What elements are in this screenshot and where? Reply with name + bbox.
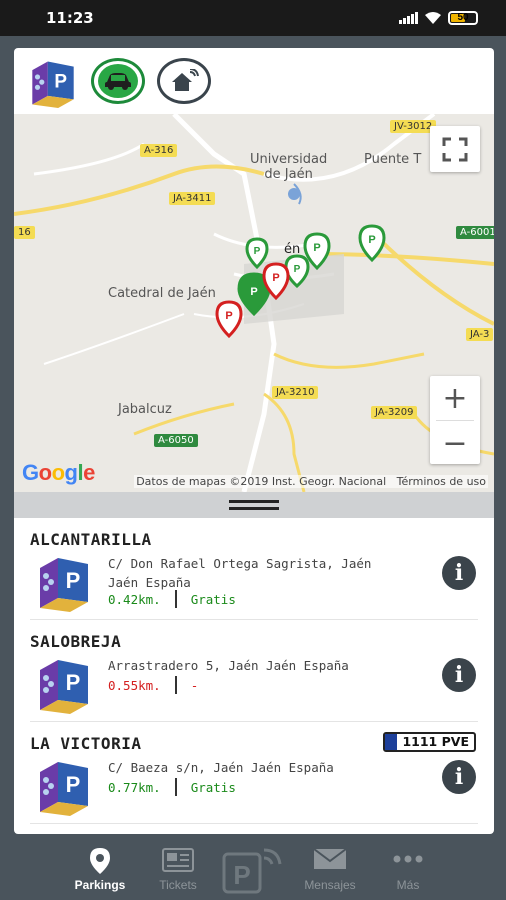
parking-meta: 0.77km. Gratis — [108, 778, 236, 796]
svg-text:P: P — [66, 772, 81, 797]
car-icon — [105, 73, 131, 90]
parking-distance: 0.55km. — [108, 677, 161, 693]
road-label: A-316 — [140, 144, 178, 157]
parking-name: ALCANTARILLA — [30, 530, 152, 549]
ticket-icon — [162, 848, 194, 872]
location-pin-icon — [90, 848, 110, 874]
parking-distance: 0.77km. — [108, 779, 161, 795]
status-icons: 50 — [399, 10, 478, 26]
parking-price: Gratis — [190, 779, 236, 795]
place-label-jabalcuz: Jabalcuz — [118, 402, 172, 417]
fullscreen-icon — [442, 137, 468, 162]
more-icon — [393, 855, 423, 863]
parking-logo-icon: P — [40, 660, 88, 714]
place-label-universidad: Universidad de Jaén — [250, 152, 328, 182]
zoom-control: + − — [430, 376, 480, 464]
battery-icon: 50 — [448, 11, 478, 25]
svg-text:P: P — [313, 242, 320, 254]
svg-text:P: P — [233, 860, 250, 890]
google-logo: Google — [22, 460, 95, 485]
svg-text:P: P — [294, 264, 301, 275]
app-logo-icon: P — [32, 61, 74, 108]
info-icon[interactable]: i — [442, 658, 476, 692]
list-item[interactable]: LA VICTORIA 1111 PVE P C/ Baeza s/n, Jaé… — [30, 722, 478, 824]
road-label: 16 — [14, 226, 35, 239]
home-wifi-icon — [172, 69, 199, 91]
car-mode-button[interactable] — [91, 58, 145, 104]
nav-label: Tickets — [159, 878, 197, 892]
license-plate-text: 1111 PVE — [402, 734, 469, 749]
list-item[interactable]: ALCANTARILLA P C/ Don Rafael Ortega Sagr… — [30, 518, 478, 620]
nav-label: Mensajes — [304, 878, 356, 892]
svg-text:P: P — [66, 670, 81, 695]
parking-payment-icon[interactable]: P — [222, 846, 284, 896]
parking-list: ALCANTARILLA P C/ Don Rafael Ortega Sagr… — [14, 518, 494, 824]
svg-text:P: P — [272, 272, 279, 284]
parking-logo-icon: P — [40, 762, 88, 816]
list-item[interactable]: SALOBREJA P Arrastradero 5, Jaén Jaén Es… — [30, 620, 478, 722]
parking-price: Gratis — [190, 591, 236, 607]
road-label: JA-3 — [466, 328, 494, 341]
top-toolbar: P — [14, 48, 494, 114]
nav-label: Más — [396, 878, 420, 892]
license-plate-badge: 1111 PVE — [383, 732, 476, 752]
parking-logo-icon: P — [40, 558, 88, 612]
attribution-text: Datos de mapas ©2019 Inst. Geogr. Nacion… — [136, 475, 387, 488]
wifi-icon — [425, 12, 441, 24]
svg-text:P: P — [225, 310, 232, 322]
map-view[interactable]: P P P P P P P Universidad de Jaén Puente … — [14, 114, 494, 492]
status-bar: 11:23 50 — [0, 0, 506, 36]
svg-text:P: P — [54, 71, 67, 92]
parking-address: Arrastradero 5, Jaén Jaén España — [108, 658, 349, 673]
zoom-in-button[interactable]: + — [430, 376, 480, 420]
battery-level: 50 — [457, 12, 469, 23]
parking-address: C/ Baeza s/n, Jaén Jaén España — [108, 760, 334, 775]
home-mode-button[interactable] — [157, 58, 211, 104]
parking-address: C/ Don Rafael Ortega Sagrista, Jaén Jaén… — [108, 556, 372, 590]
road-label: JA-3411 — [169, 192, 216, 205]
drag-handle[interactable] — [14, 492, 494, 518]
map-attribution: Datos de mapas ©2019 Inst. Geogr. Nacion… — [134, 475, 488, 488]
svg-text:P: P — [254, 246, 261, 257]
parking-price: - — [190, 677, 199, 693]
bottom-nav: Parkings Tickets P Mensajes Más — [0, 840, 506, 900]
place-label-puente: Puente T — [364, 152, 422, 167]
road-label: A-6001 — [456, 226, 494, 239]
svg-text:P: P — [368, 234, 375, 246]
signal-icon — [399, 12, 418, 24]
parking-name: LA VICTORIA — [30, 734, 142, 753]
parking-name: SALOBREJA — [30, 632, 122, 651]
road-label: JA-3210 — [272, 386, 319, 399]
status-time: 11:23 — [46, 9, 94, 27]
parking-meta: 0.55km. - — [108, 676, 198, 694]
terms-link[interactable]: Términos de uso — [397, 475, 486, 488]
main-card: P P P P P P P P Universidad de Jaén Puen… — [14, 48, 494, 834]
place-label-jaen: én — [284, 242, 301, 257]
place-label-catedral: Catedral de Jaén — [108, 286, 216, 301]
info-icon[interactable]: i — [442, 556, 476, 590]
svg-text:P: P — [66, 568, 81, 593]
info-icon[interactable]: i — [442, 760, 476, 794]
svg-text:P: P — [250, 286, 257, 298]
zoom-out-button[interactable]: − — [430, 421, 480, 465]
parking-meta: 0.42km. Gratis — [108, 590, 236, 608]
fullscreen-button[interactable] — [430, 126, 480, 172]
road-label: JA-3209 — [371, 406, 418, 419]
nav-label: Parkings — [74, 878, 126, 892]
road-label: A-6050 — [154, 434, 198, 447]
mail-icon — [313, 848, 347, 869]
parking-distance: 0.42km. — [108, 591, 161, 607]
